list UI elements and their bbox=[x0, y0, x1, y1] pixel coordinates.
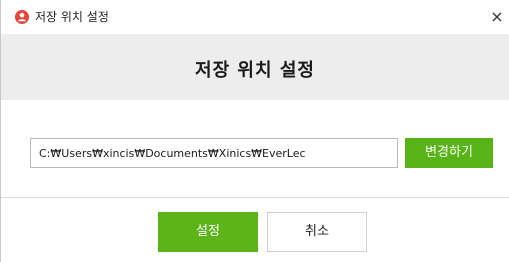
dialog-heading: 저장 위치 설정 bbox=[195, 60, 315, 81]
dialog-header: 저장 위치 설정 bbox=[1, 34, 509, 100]
title-bar: 저장 위치 설정 × bbox=[1, 0, 509, 34]
change-location-button[interactable]: 변경하기 bbox=[405, 138, 493, 168]
window-title: 저장 위치 설정 bbox=[35, 10, 109, 24]
save-path-field[interactable] bbox=[30, 138, 398, 168]
footer-divider bbox=[1, 197, 509, 198]
confirm-button[interactable]: 설정 bbox=[158, 212, 258, 252]
cancel-button[interactable]: 취소 bbox=[267, 212, 367, 252]
app-user-icon bbox=[15, 10, 29, 24]
save-location-dialog: 저장 위치 설정 × 저장 위치 설정 변경하기 설정 취소 bbox=[0, 0, 509, 262]
close-button[interactable]: × bbox=[485, 4, 509, 30]
